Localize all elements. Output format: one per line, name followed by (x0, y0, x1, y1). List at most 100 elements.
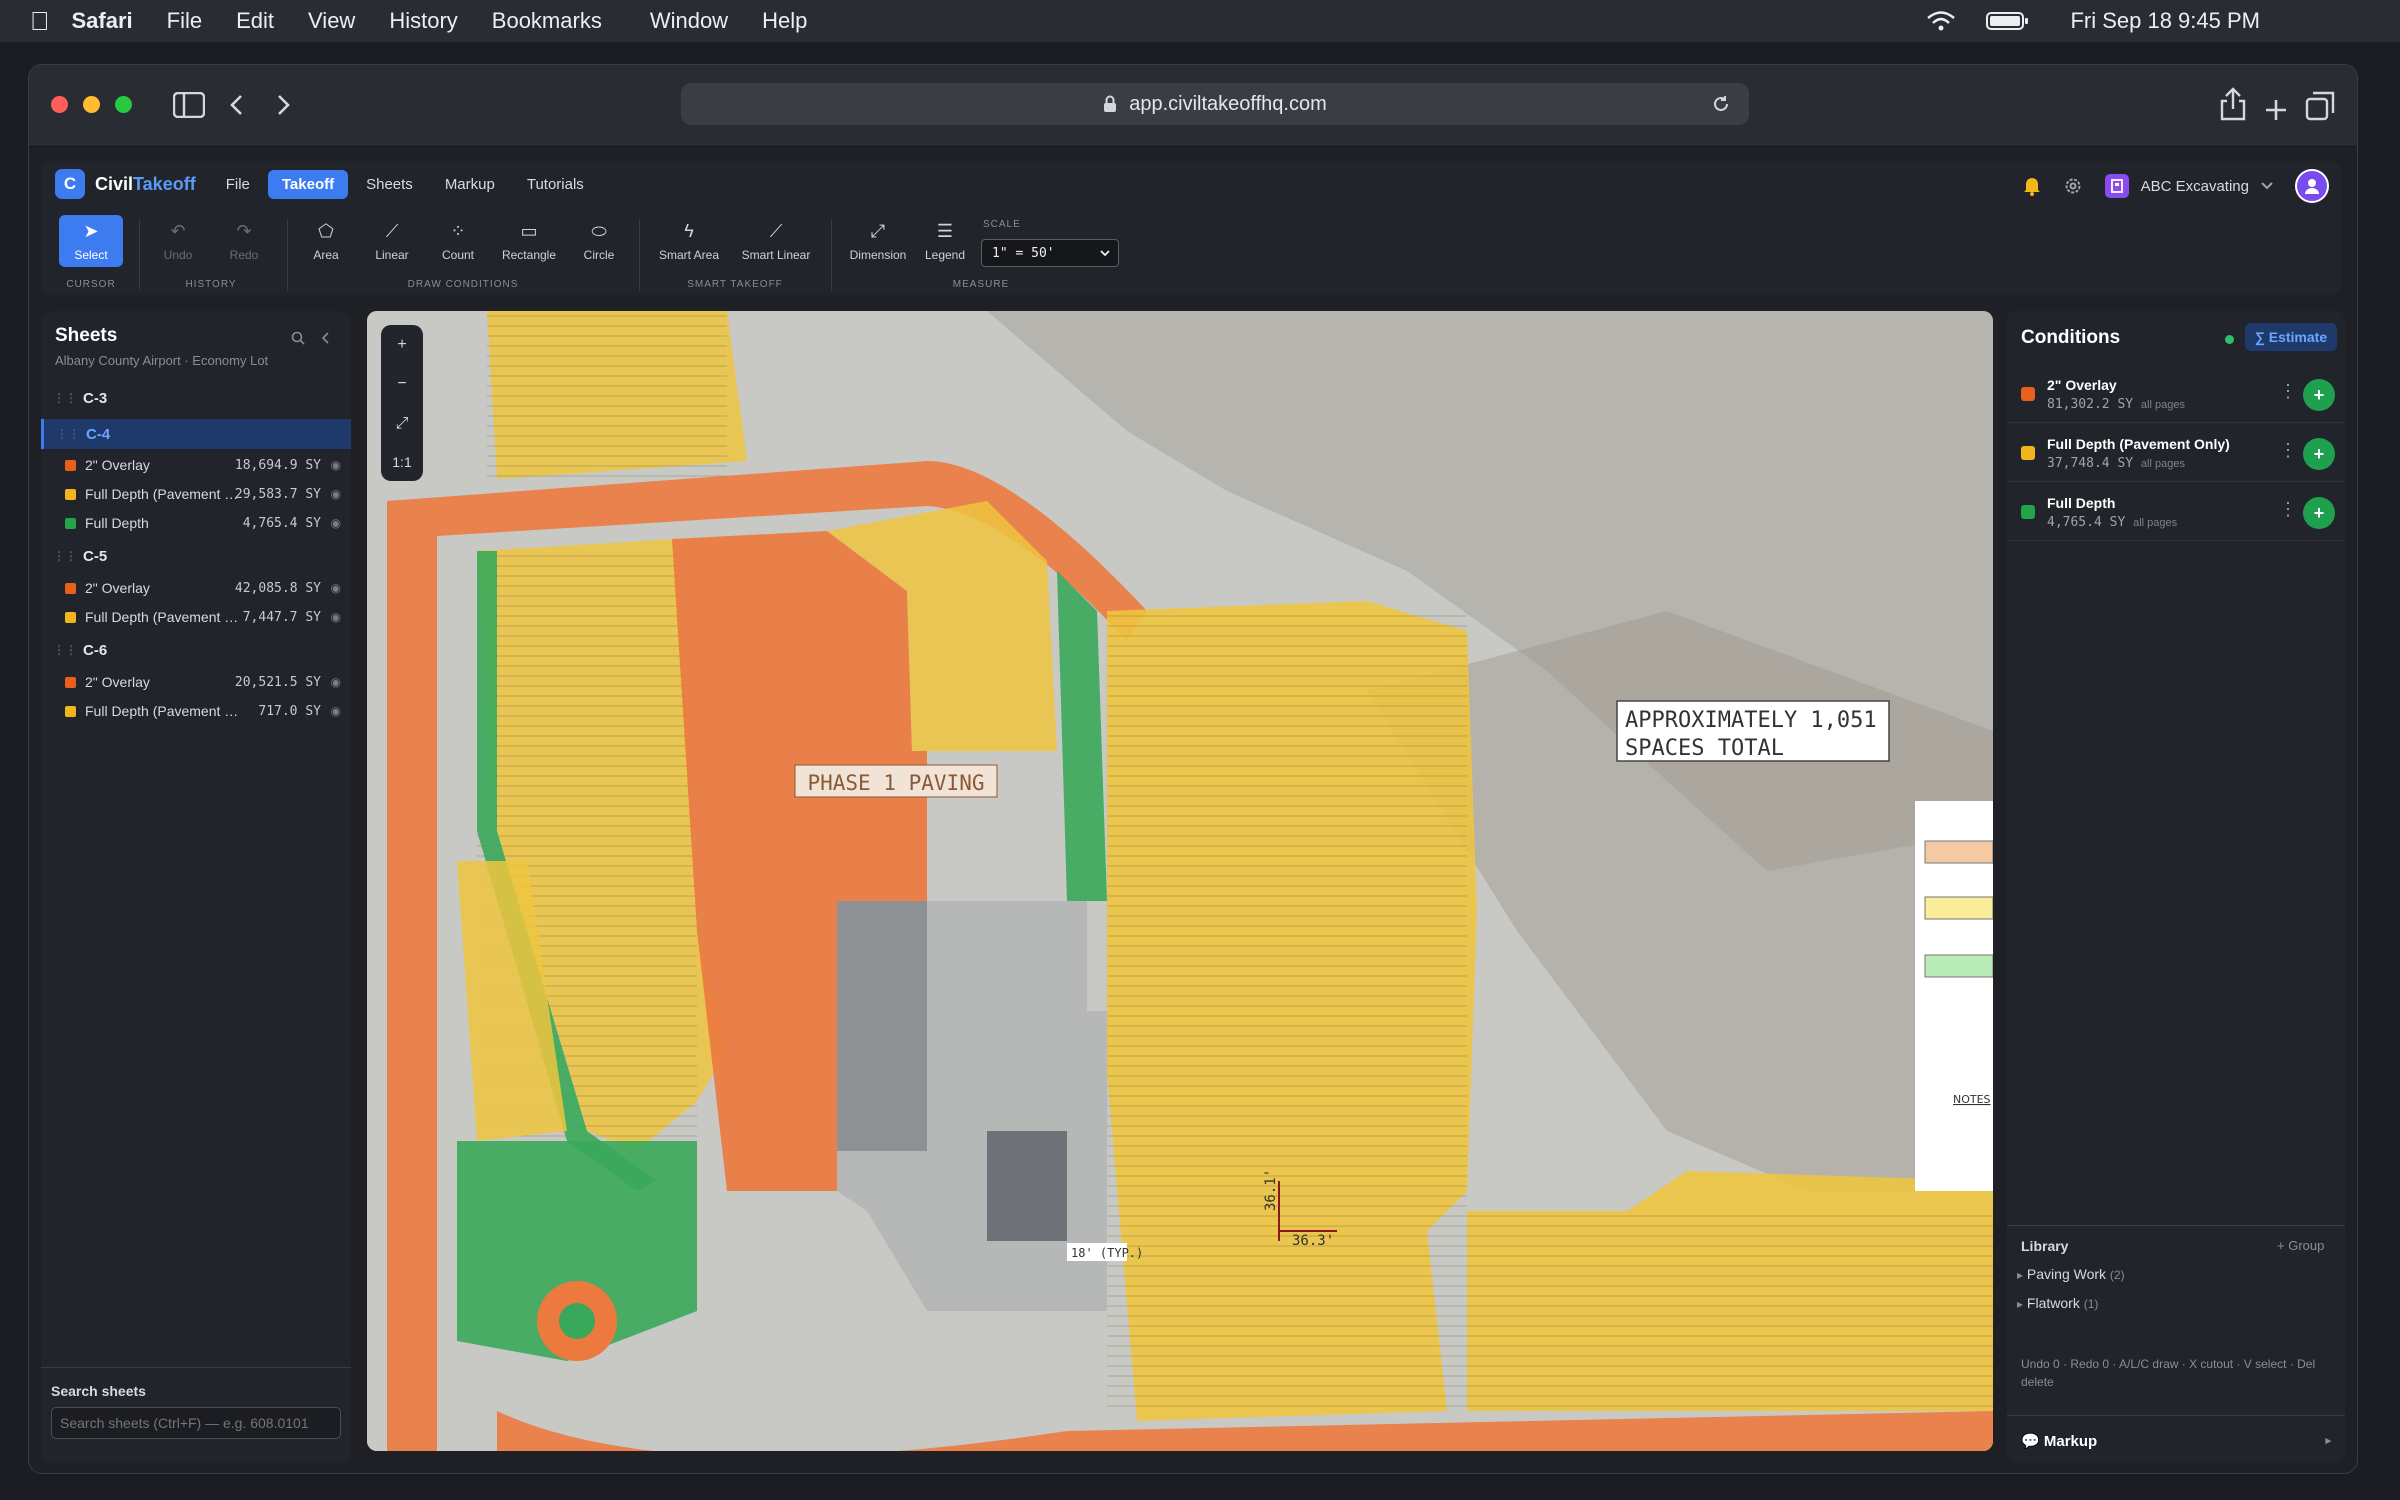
add-measurement-button[interactable]: + (2303, 438, 2335, 470)
sheet-condition-row[interactable]: 2" Overlay 42,085.8 SY ◉ (41, 573, 351, 603)
zoom-out-button[interactable]: − (397, 375, 406, 393)
zoom-in-button[interactable]: + (397, 336, 406, 354)
select-tool-button[interactable]: ➤ Select (59, 215, 123, 267)
new-tab-icon[interactable] (2265, 99, 2287, 121)
count-tool-button[interactable]: ⁘ Count (431, 215, 485, 267)
menu-edit[interactable]: Edit (236, 8, 274, 34)
divider (287, 219, 288, 291)
legend-tool-button[interactable]: ☰ Legend (917, 215, 973, 267)
nav-tutorials[interactable]: Tutorials (513, 170, 598, 199)
sidebar-toggle-icon[interactable] (173, 92, 205, 118)
menu-help[interactable]: Help (762, 8, 807, 34)
menu-view[interactable]: View (308, 8, 355, 34)
scale-select[interactable]: 1" = 50' (981, 239, 1119, 267)
close-window-button[interactable] (51, 96, 68, 113)
redo-button[interactable]: ↷ Redo (217, 215, 271, 267)
sheet-condition-row[interactable]: 2" Overlay 18,694.9 SY ◉ (41, 450, 351, 480)
sheet-condition-row[interactable]: 2" Overlay 20,521.5 SY ◉ (41, 667, 351, 697)
add-group-button[interactable]: + Group (2277, 1238, 2324, 1253)
address-bar[interactable]: app.civiltakeoffhq.com (681, 83, 1749, 125)
estimate-button[interactable]: ∑ Estimate (2245, 323, 2337, 351)
sheet-c-3[interactable]: ⋮⋮ C-3 (41, 383, 351, 413)
library-item-paving-work[interactable]: ▸ Paving Work (2) (2017, 1266, 2125, 1282)
visibility-eye-icon[interactable]: ◉ (331, 704, 341, 718)
settings-gear-icon[interactable] (2063, 176, 2083, 196)
site-plan-drawing[interactable]: PHASE 1 PAVING APPROXIMATELY 1,051 SPACE… (367, 311, 1993, 1451)
fit-view-button[interactable]: ⤢ (396, 415, 409, 433)
circle-tool-button[interactable]: ⬭ Circle (571, 215, 627, 267)
smart-area-button[interactable]: ϟ Smart Area (651, 215, 727, 267)
nav-file[interactable]: File (212, 170, 264, 199)
company-switcher[interactable]: ABC Excavating (2141, 178, 2249, 195)
minimize-window-button[interactable] (83, 96, 100, 113)
group-history: HISTORY (185, 279, 237, 290)
nav-sheets[interactable]: Sheets (352, 170, 427, 199)
nav-takeoff[interactable]: Takeoff (267, 169, 349, 199)
chevron-down-icon (1100, 250, 1110, 257)
app-logo[interactable]: C (55, 169, 85, 199)
share-icon[interactable] (2219, 87, 2247, 121)
markup-section[interactable]: 💬 Markup ▸ (2007, 1415, 2345, 1463)
linear-tool-button[interactable]: ⟋ Linear (363, 215, 421, 267)
user-avatar[interactable] (2295, 169, 2329, 203)
expand-arrow-icon[interactable]: ▸ (2325, 1434, 2331, 1447)
drag-handle-icon[interactable]: ⋮⋮ (53, 643, 77, 657)
forward-icon[interactable] (275, 94, 291, 116)
actual-size-button[interactable]: 1:1 (392, 454, 411, 470)
chevron-down-icon[interactable] (2261, 182, 2273, 190)
redo-icon: ↷ (236, 220, 252, 241)
search-icon[interactable] (291, 331, 305, 345)
notification-bell-icon[interactable] (2023, 176, 2041, 196)
visibility-eye-icon[interactable]: ◉ (331, 487, 341, 501)
drag-handle-icon[interactable]: ⋮⋮ (53, 549, 77, 563)
condition-row-overlay[interactable]: 2" Overlay 81,302.2 SY all pages ⋮ + (2007, 365, 2345, 423)
visibility-eye-icon[interactable]: ◉ (331, 675, 341, 689)
app-brand[interactable]: CivilTakeoff (95, 174, 196, 195)
menubar-clock[interactable]: Fri Sep 18 9:45 PM (2070, 8, 2260, 34)
zoom-window-button[interactable] (115, 96, 132, 113)
drag-handle-icon[interactable]: ⋮⋮ (56, 427, 80, 441)
drawing-canvas[interactable]: PHASE 1 PAVING APPROXIMATELY 1,051 SPACE… (367, 311, 1993, 1451)
wifi-icon[interactable] (1926, 10, 1956, 32)
visibility-eye-icon[interactable]: ◉ (331, 610, 341, 624)
visibility-eye-icon[interactable]: ◉ (331, 516, 341, 530)
reload-icon[interactable] (1711, 94, 1731, 114)
apple-icon[interactable]:  (30, 6, 50, 37)
menu-app-name[interactable]: Safari (72, 8, 133, 34)
condition-row-full-depth[interactable]: Full Depth 4,765.4 SY all pages ⋮ + (2007, 483, 2345, 541)
list-icon: ☰ (936, 220, 954, 241)
pentagon-icon: ⬠ (318, 220, 334, 241)
library-item-flatwork[interactable]: ▸ Flatwork (1) (2017, 1295, 2098, 1311)
sheet-c-4[interactable]: ⋮⋮ C-4 (41, 419, 351, 449)
menu-window[interactable]: Window (650, 8, 728, 34)
smart-linear-button[interactable]: ⟋ Smart Linear (733, 215, 819, 267)
visibility-eye-icon[interactable]: ◉ (331, 581, 341, 595)
sheet-condition-row[interactable]: Full Depth 4,765.4 SY ◉ (41, 508, 351, 538)
search-sheets-input[interactable] (51, 1407, 341, 1439)
visibility-eye-icon[interactable]: ◉ (331, 458, 341, 472)
undo-button[interactable]: ↶ Undo (151, 215, 205, 267)
menu-bookmarks[interactable]: Bookmarks (492, 8, 602, 34)
condition-row-full-depth-pavement[interactable]: Full Depth (Pavement Only) 37,748.4 SY a… (2007, 424, 2345, 482)
add-measurement-button[interactable]: + (2303, 497, 2335, 529)
more-options-icon[interactable]: ⋮ (2279, 440, 2297, 461)
more-options-icon[interactable]: ⋮ (2279, 499, 2297, 520)
nav-markup[interactable]: Markup (431, 170, 509, 199)
area-tool-button[interactable]: ⬠ Area (299, 215, 353, 267)
menu-history[interactable]: History (389, 8, 457, 34)
dimension-tool-button[interactable]: ⤢ Dimension (841, 215, 915, 267)
rectangle-tool-button[interactable]: ▭ Rectangle (493, 215, 565, 267)
drag-handle-icon[interactable]: ⋮⋮ (53, 391, 77, 405)
menu-file[interactable]: File (167, 8, 202, 34)
more-options-icon[interactable]: ⋮ (2279, 381, 2297, 402)
sheet-condition-row[interactable]: Full Depth (Pavement Only)29,583.7 SY ◉ (41, 479, 351, 509)
sheet-condition-row[interactable]: Full Depth (Pavement Only) 717.0 SY ◉ (41, 696, 351, 726)
collapse-chevron-icon[interactable] (321, 332, 331, 344)
add-measurement-button[interactable]: + (2303, 379, 2335, 411)
tab-overview-icon[interactable] (2305, 91, 2335, 121)
sheet-c-6[interactable]: ⋮⋮ C-6 (41, 635, 351, 665)
battery-icon[interactable] (1986, 10, 2030, 32)
sheet-condition-row[interactable]: Full Depth (Pavement Only)7,447.7 SY ◉ (41, 602, 351, 632)
sheet-c-5[interactable]: ⋮⋮ C-5 (41, 541, 351, 571)
back-icon[interactable] (229, 94, 245, 116)
